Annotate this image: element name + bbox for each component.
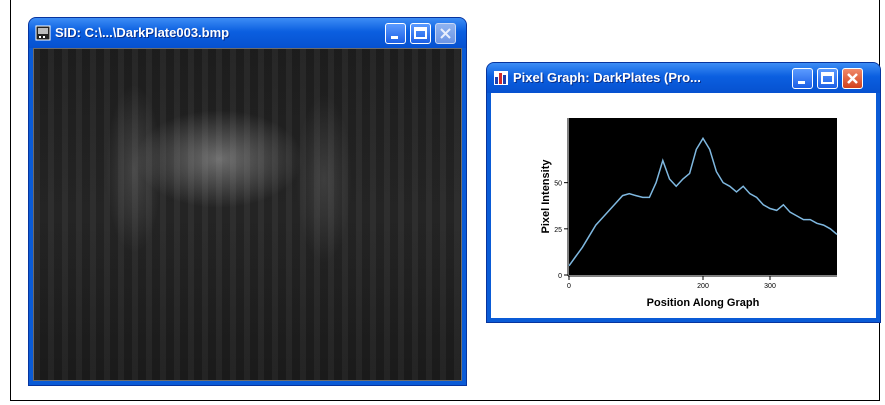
x-tick-label: 300 <box>764 283 776 290</box>
dark-plate-image[interactable] <box>33 48 462 381</box>
bar-chart-icon[interactable] <box>493 70 509 86</box>
x-axis-label: Position Along Graph <box>647 297 760 309</box>
minimize-button[interactable] <box>385 23 406 44</box>
x-tick-label: 200 <box>697 283 709 290</box>
close-icon <box>847 73 858 84</box>
close-button[interactable] <box>842 68 863 89</box>
graph-area[interactable]: 0 25 50 0 200 300 Position Along Graph Pixel In… <box>491 93 876 318</box>
close-icon <box>440 28 451 39</box>
pixel-graph-chart[interactable]: 0 25 50 0 200 300 Position Along Graph Pixel In… <box>491 93 876 318</box>
sid-image-area[interactable] <box>33 48 462 381</box>
minimize-button[interactable] <box>792 68 813 89</box>
graph-window-title: Pixel Graph: DarkPlates (Pro... <box>513 70 701 85</box>
maximize-button[interactable] <box>410 23 431 44</box>
minimize-icon <box>798 81 805 84</box>
maximize-icon <box>821 72 834 84</box>
close-button[interactable] <box>435 23 456 44</box>
sid-titlebar[interactable]: SID: C:\...\DarkPlate003.bmp <box>29 18 466 48</box>
image-file-icon[interactable] <box>35 25 51 41</box>
x-tick-label: 0 <box>567 283 571 290</box>
sid-window-title: SID: C:\...\DarkPlate003.bmp <box>55 25 230 40</box>
y-axis-label: Pixel Intensity <box>540 159 552 234</box>
sid-window[interactable]: SID: C:\...\DarkPlate003.bmp <box>29 18 466 385</box>
plot-area <box>569 118 837 275</box>
maximize-button[interactable] <box>817 68 838 89</box>
maximize-icon <box>414 27 427 39</box>
graph-titlebar[interactable]: Pixel Graph: DarkPlates (Pro... <box>487 63 880 93</box>
graph-window[interactable]: Pixel Graph: DarkPlates (Pro... 0 25 50 0 20… <box>487 63 880 322</box>
minimize-icon <box>391 36 398 39</box>
y-tick-label: 50 <box>554 181 562 188</box>
y-tick-label: 25 <box>554 227 562 234</box>
y-tick-label: 0 <box>558 273 562 280</box>
